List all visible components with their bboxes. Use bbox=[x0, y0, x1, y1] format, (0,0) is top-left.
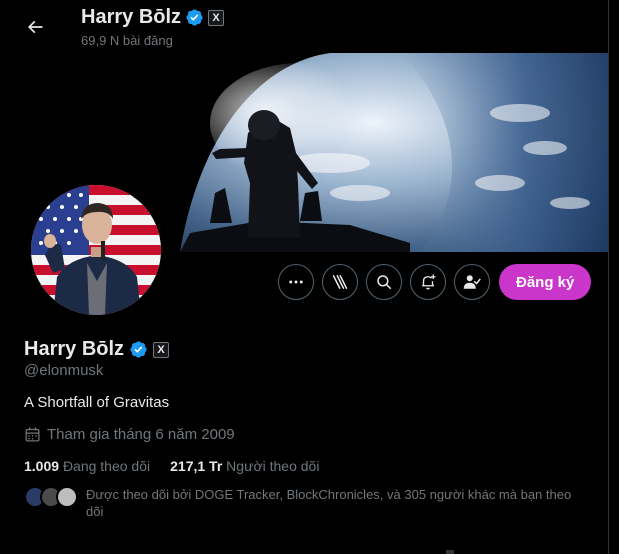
divider bbox=[446, 550, 454, 554]
more-dots-icon bbox=[289, 280, 303, 284]
avatar-image bbox=[31, 185, 161, 315]
back-button[interactable] bbox=[20, 12, 50, 42]
profile-name-row: Harry Bōlz X bbox=[24, 338, 170, 361]
profile-avatar[interactable] bbox=[28, 182, 164, 318]
notify-button[interactable] bbox=[410, 264, 446, 300]
verified-badge-icon[interactable] bbox=[185, 8, 204, 27]
post-count: 69,9 N bài đăng bbox=[81, 33, 173, 48]
joined-text: Tham gia tháng 6 năm 2009 bbox=[47, 426, 235, 443]
followers-label: Người theo dõi bbox=[226, 458, 320, 474]
grok-icon bbox=[332, 274, 348, 290]
verified-badge-icon[interactable] bbox=[129, 340, 148, 359]
header-name: Harry Bōlz bbox=[81, 6, 182, 28]
following-count: 1.009 bbox=[24, 458, 60, 474]
calendar-icon bbox=[25, 427, 40, 442]
follow-stats: 1.009 Đang theo dõi 217,1 Tr Người theo … bbox=[24, 458, 319, 474]
more-button[interactable] bbox=[278, 264, 314, 300]
joined-date: Tham gia tháng 6 năm 2009 bbox=[24, 426, 235, 443]
follower-avatars bbox=[24, 486, 78, 508]
profile-actions: Đăng ký bbox=[278, 264, 592, 300]
profile-page: Harry Bōlz X 69,9 N bài đăng Đăng ký Har… bbox=[0, 0, 609, 554]
search-button[interactable] bbox=[366, 264, 402, 300]
followed-by[interactable]: Được theo dõi bởi DOGE Tracker, BlockChr… bbox=[24, 486, 584, 520]
x-affiliation-badge[interactable]: X bbox=[153, 341, 170, 358]
header-title: Harry Bōlz X bbox=[81, 6, 225, 29]
profile-handle: @elonmusk bbox=[24, 362, 104, 379]
bell-plus-icon bbox=[422, 274, 436, 290]
grok-button[interactable] bbox=[322, 264, 358, 300]
scroll-gutter bbox=[609, 0, 619, 554]
person-check-icon bbox=[463, 275, 481, 289]
followed-by-text: Được theo dõi bởi DOGE Tracker, BlockChr… bbox=[86, 487, 572, 519]
following-link[interactable]: 1.009 Đang theo dõi bbox=[24, 458, 150, 474]
search-icon bbox=[377, 275, 392, 290]
followers-count: 217,1 Tr bbox=[170, 458, 223, 474]
profile-bio: A Shortfall of Gravitas bbox=[24, 394, 170, 411]
arrow-left-icon bbox=[27, 20, 43, 34]
following-label: Đang theo dõi bbox=[62, 458, 151, 474]
followers-link[interactable]: 217,1 Tr Người theo dõi bbox=[170, 458, 319, 474]
x-affiliation-badge[interactable]: X bbox=[208, 9, 225, 26]
follower-avatar bbox=[56, 486, 78, 508]
subscribe-button[interactable]: Đăng ký bbox=[499, 264, 592, 300]
profile-name: Harry Bōlz bbox=[24, 338, 125, 360]
following-button[interactable] bbox=[454, 264, 490, 300]
